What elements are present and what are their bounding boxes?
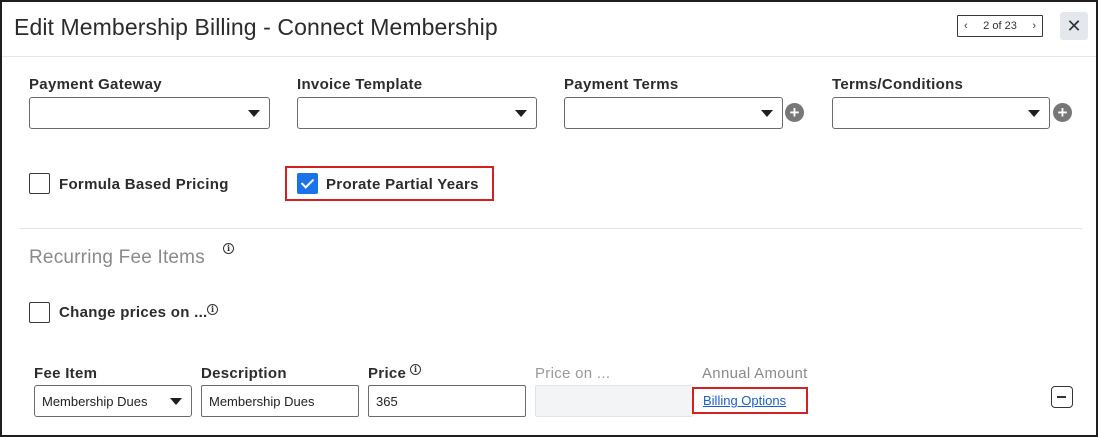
edit-membership-billing-dialog: Edit Membership Billing - Connect Member… [0, 0, 1098, 437]
fee-item-select[interactable]: Membership Dues [34, 385, 192, 417]
invoice-template-select[interactable] [297, 97, 537, 129]
chevron-left-icon[interactable]: ‹ [964, 20, 968, 32]
annual-amount-column-label: Annual Amount [702, 365, 808, 382]
formula-based-pricing-checkbox[interactable] [29, 173, 50, 194]
dialog-title: Edit Membership Billing - Connect Member… [14, 14, 498, 40]
add-payment-terms-icon[interactable]: + [785, 103, 804, 122]
price-input[interactable]: 365 [368, 385, 526, 417]
prorate-partial-years-label: Prorate Partial Years [326, 176, 479, 193]
section-divider [20, 228, 1082, 229]
fee-item-column-label: Fee Item [34, 365, 98, 382]
price-on-input [535, 385, 693, 417]
caret-down-icon [170, 398, 182, 405]
payment-terms-label: Payment Terms [564, 76, 679, 93]
description-column-label: Description [201, 365, 287, 382]
record-pager: ‹ 2 of 23 › [957, 15, 1043, 37]
info-icon[interactable]: i [223, 243, 234, 254]
caret-down-icon [761, 110, 773, 117]
change-prices-checkbox[interactable] [29, 302, 50, 323]
dialog-header: Edit Membership Billing - Connect Member… [2, 2, 1096, 57]
change-prices-label: Change prices on ... [59, 304, 208, 321]
description-input[interactable]: Membership Dues [201, 385, 359, 417]
payment-gateway-select[interactable] [29, 97, 270, 129]
pager-text: 2 of 23 [983, 20, 1017, 32]
terms-conditions-select[interactable] [832, 97, 1050, 129]
billing-options-link[interactable]: Billing Options [703, 393, 786, 408]
terms-conditions-label: Terms/Conditions [832, 76, 964, 93]
price-column-label: Price [368, 365, 407, 382]
payment-terms-select[interactable] [564, 97, 783, 129]
formula-based-pricing-label: Formula Based Pricing [59, 176, 229, 193]
caret-down-icon [248, 110, 260, 117]
payment-gateway-label: Payment Gateway [29, 76, 162, 93]
recurring-fee-items-title: Recurring Fee Items [29, 247, 205, 268]
prorate-partial-years-checkbox[interactable] [297, 173, 318, 194]
close-button[interactable]: ✕ [1060, 12, 1088, 40]
price-on-column-label: Price on ... [535, 365, 611, 382]
info-icon[interactable]: i [410, 364, 421, 375]
caret-down-icon [515, 110, 527, 117]
chevron-right-icon[interactable]: › [1032, 20, 1036, 32]
info-icon[interactable]: i [207, 304, 218, 315]
remove-row-button[interactable] [1051, 386, 1073, 408]
add-terms-conditions-icon[interactable]: + [1053, 103, 1072, 122]
caret-down-icon [1028, 110, 1040, 117]
invoice-template-label: Invoice Template [297, 76, 423, 93]
close-icon: ✕ [1066, 15, 1082, 36]
